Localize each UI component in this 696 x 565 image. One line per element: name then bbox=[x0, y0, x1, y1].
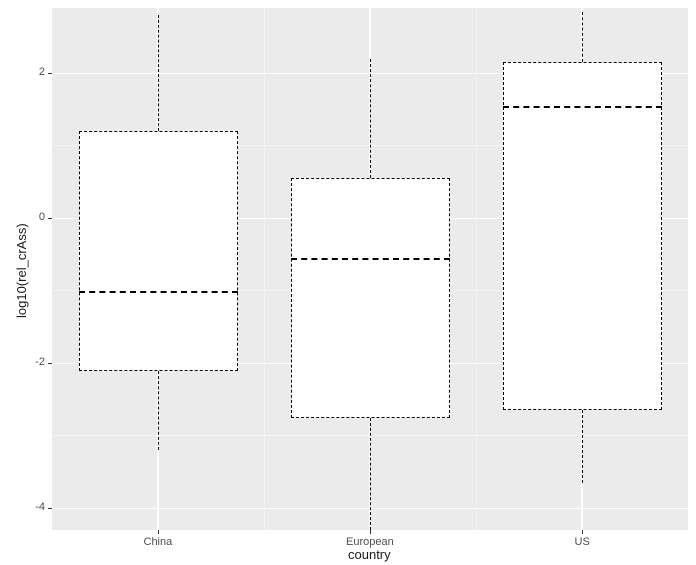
whisker-lower bbox=[370, 418, 371, 530]
x-tick-label: China bbox=[144, 536, 173, 548]
y-tick-label: 2 bbox=[39, 66, 45, 78]
x-tick-mark bbox=[158, 530, 159, 534]
median-line bbox=[291, 258, 450, 260]
y-axis-title: log10(rel_crAss) bbox=[14, 223, 29, 318]
y-tick-label: -4 bbox=[35, 501, 45, 513]
whisker-upper bbox=[370, 59, 371, 179]
boxplot-chart: log10(rel_crAss) country -4 -2 0 2 China Euro… bbox=[0, 0, 696, 565]
x-tick-label: US bbox=[575, 536, 590, 548]
box-US bbox=[503, 62, 662, 410]
x-tick-mark bbox=[370, 530, 371, 534]
x-tick-label: European bbox=[346, 536, 394, 548]
grid-line-minor bbox=[264, 8, 265, 530]
y-tick-mark bbox=[48, 508, 52, 509]
grid-line-minor bbox=[476, 8, 477, 530]
y-tick-label: 0 bbox=[39, 211, 45, 223]
y-tick-mark bbox=[48, 363, 52, 364]
y-tick-mark bbox=[48, 73, 52, 74]
x-tick-mark bbox=[582, 530, 583, 534]
x-axis-title: country bbox=[348, 547, 391, 562]
whisker-upper bbox=[158, 15, 159, 131]
median-line bbox=[503, 106, 662, 108]
whisker-lower bbox=[582, 410, 583, 483]
y-tick-mark bbox=[48, 218, 52, 219]
whisker-upper bbox=[582, 12, 583, 63]
box-China bbox=[79, 131, 238, 370]
median-line bbox=[79, 291, 238, 293]
whisker-lower bbox=[158, 371, 159, 451]
y-tick-label: -2 bbox=[35, 356, 45, 368]
box-European bbox=[291, 178, 450, 417]
